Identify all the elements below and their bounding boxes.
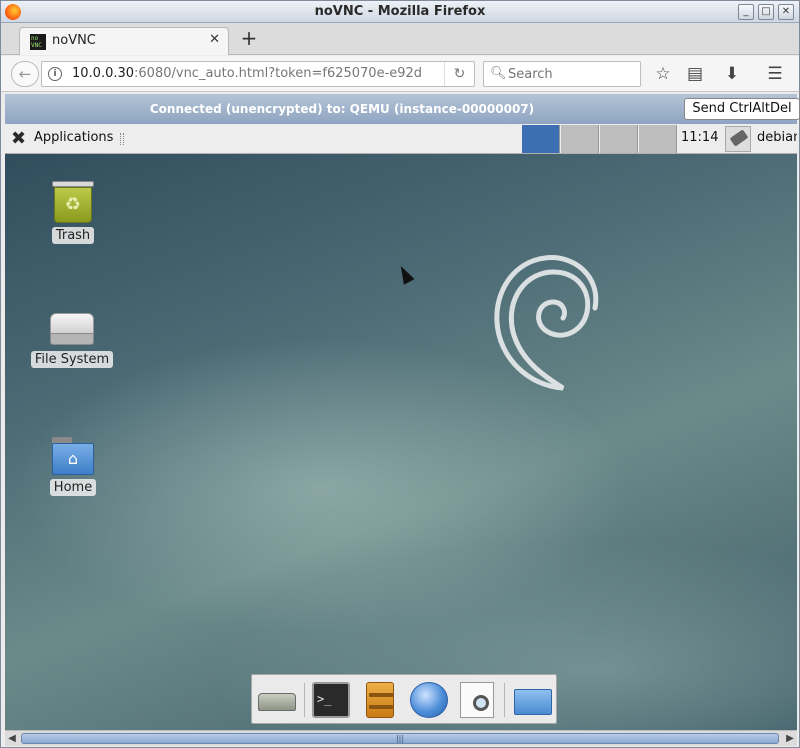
desktop-icon-trash[interactable]: ♻ Trash (28, 181, 118, 244)
horizontal-scrollbar[interactable]: ◀ ||| ▶ (5, 730, 797, 746)
desktop-icon-home[interactable]: ⌂ Home (28, 437, 118, 496)
desktop-icon-file-system[interactable]: File System (27, 313, 117, 368)
navigation-bar: ← i 10.0.0.30:6080/vnc_auto.html?token=f… (1, 56, 799, 92)
debian-swirl-logo (494, 255, 599, 391)
desktop-icon-label: File System (30, 351, 114, 368)
drive-icon (50, 313, 94, 347)
folder-icon[interactable] (514, 689, 552, 715)
workspace-3[interactable] (600, 125, 638, 153)
workspace-4[interactable] (639, 125, 677, 153)
connection-status: Connected (unencrypted) to: QEMU (instan… (149, 102, 535, 116)
new-tab-button[interactable]: + (237, 27, 261, 51)
maximize-button[interactable]: □ (758, 4, 774, 20)
app-finder-icon[interactable] (460, 682, 494, 718)
url-bar[interactable]: i 10.0.0.30:6080/vnc_auto.html?token=f62… (41, 61, 475, 87)
workspace-1[interactable] (522, 125, 560, 153)
tab-novnc[interactable]: no VNC noVNC ✕ (19, 27, 229, 55)
tab-label: noVNC (52, 33, 96, 48)
panel-grip-handle[interactable] (120, 133, 124, 145)
terminal-icon[interactable]: >_ (312, 682, 350, 718)
show-desktop-icon[interactable] (258, 693, 296, 711)
scroll-right-arrow-icon[interactable]: ▶ (783, 732, 797, 746)
minimize-button[interactable]: _ (738, 4, 754, 20)
bookmark-star-icon[interactable]: ☆ (652, 63, 674, 85)
panel-clock[interactable]: 11:14 (681, 130, 718, 145)
xfce-top-panel: ✖ Applications 11:14 debian (5, 124, 797, 154)
url-path: :6080/vnc_auto.html?token=f625070e-e92d (134, 66, 423, 81)
reload-icon[interactable]: ↻ (444, 62, 474, 86)
tab-strip: no VNC noVNC ✕ + (1, 23, 799, 55)
workspace-2[interactable] (561, 125, 599, 153)
scroll-left-arrow-icon[interactable]: ◀ (5, 732, 19, 746)
xfce-mouse-icon[interactable]: ✖ (11, 129, 31, 149)
xfce-dock: >_ (251, 674, 557, 724)
send-ctrlaltdel-button[interactable]: Send CtrlAltDel (684, 98, 800, 120)
novnc-favicon-icon: no VNC (30, 34, 46, 50)
web-browser-icon[interactable] (410, 682, 448, 718)
back-button[interactable]: ← (11, 61, 39, 87)
user-name[interactable]: debian (757, 130, 797, 145)
mouse-cursor (395, 263, 415, 285)
downloads-icon[interactable]: ⬇ (721, 63, 743, 85)
trash-icon: ♻ (52, 181, 94, 223)
desktop-icon-label: Trash (51, 227, 95, 244)
url-host: 10.0.0.30 (72, 66, 135, 81)
scrollbar-thumb[interactable]: ||| (21, 733, 779, 744)
novnc-status-bar: Connected (unencrypted) to: QEMU (instan… (5, 94, 800, 124)
firefox-window: noVNC - Mozilla Firefox _ □ ✕ no VNC noVN… (0, 0, 800, 748)
title-bar: noVNC - Mozilla Firefox _ □ ✕ (1, 1, 799, 23)
site-info-icon[interactable]: i (48, 67, 62, 81)
reading-list-icon[interactable]: ▤ (684, 63, 706, 85)
url-text[interactable]: 10.0.0.30:6080/vnc_auto.html?token=f6250… (72, 66, 422, 81)
search-input[interactable] (508, 65, 634, 83)
network-plug-icon[interactable] (725, 126, 751, 152)
dock-separator (504, 683, 505, 717)
applications-menu[interactable]: Applications (34, 130, 113, 145)
tab-close-icon[interactable]: ✕ (209, 32, 220, 47)
window-title: noVNC - Mozilla Firefox (314, 4, 486, 19)
desktop-icon-label: Home (49, 479, 97, 496)
search-bar[interactable]: 🔍︎ (483, 61, 641, 87)
dock-separator (304, 683, 305, 717)
close-window-button[interactable]: ✕ (778, 4, 794, 20)
home-folder-icon: ⌂ (52, 437, 94, 475)
remote-desktop[interactable]: ✖ Applications 11:14 debian ♻ Trash File… (5, 124, 797, 730)
menu-icon[interactable]: ☰ (764, 63, 786, 85)
file-manager-icon[interactable] (366, 682, 394, 718)
search-icon: 🔍︎ (490, 66, 507, 81)
